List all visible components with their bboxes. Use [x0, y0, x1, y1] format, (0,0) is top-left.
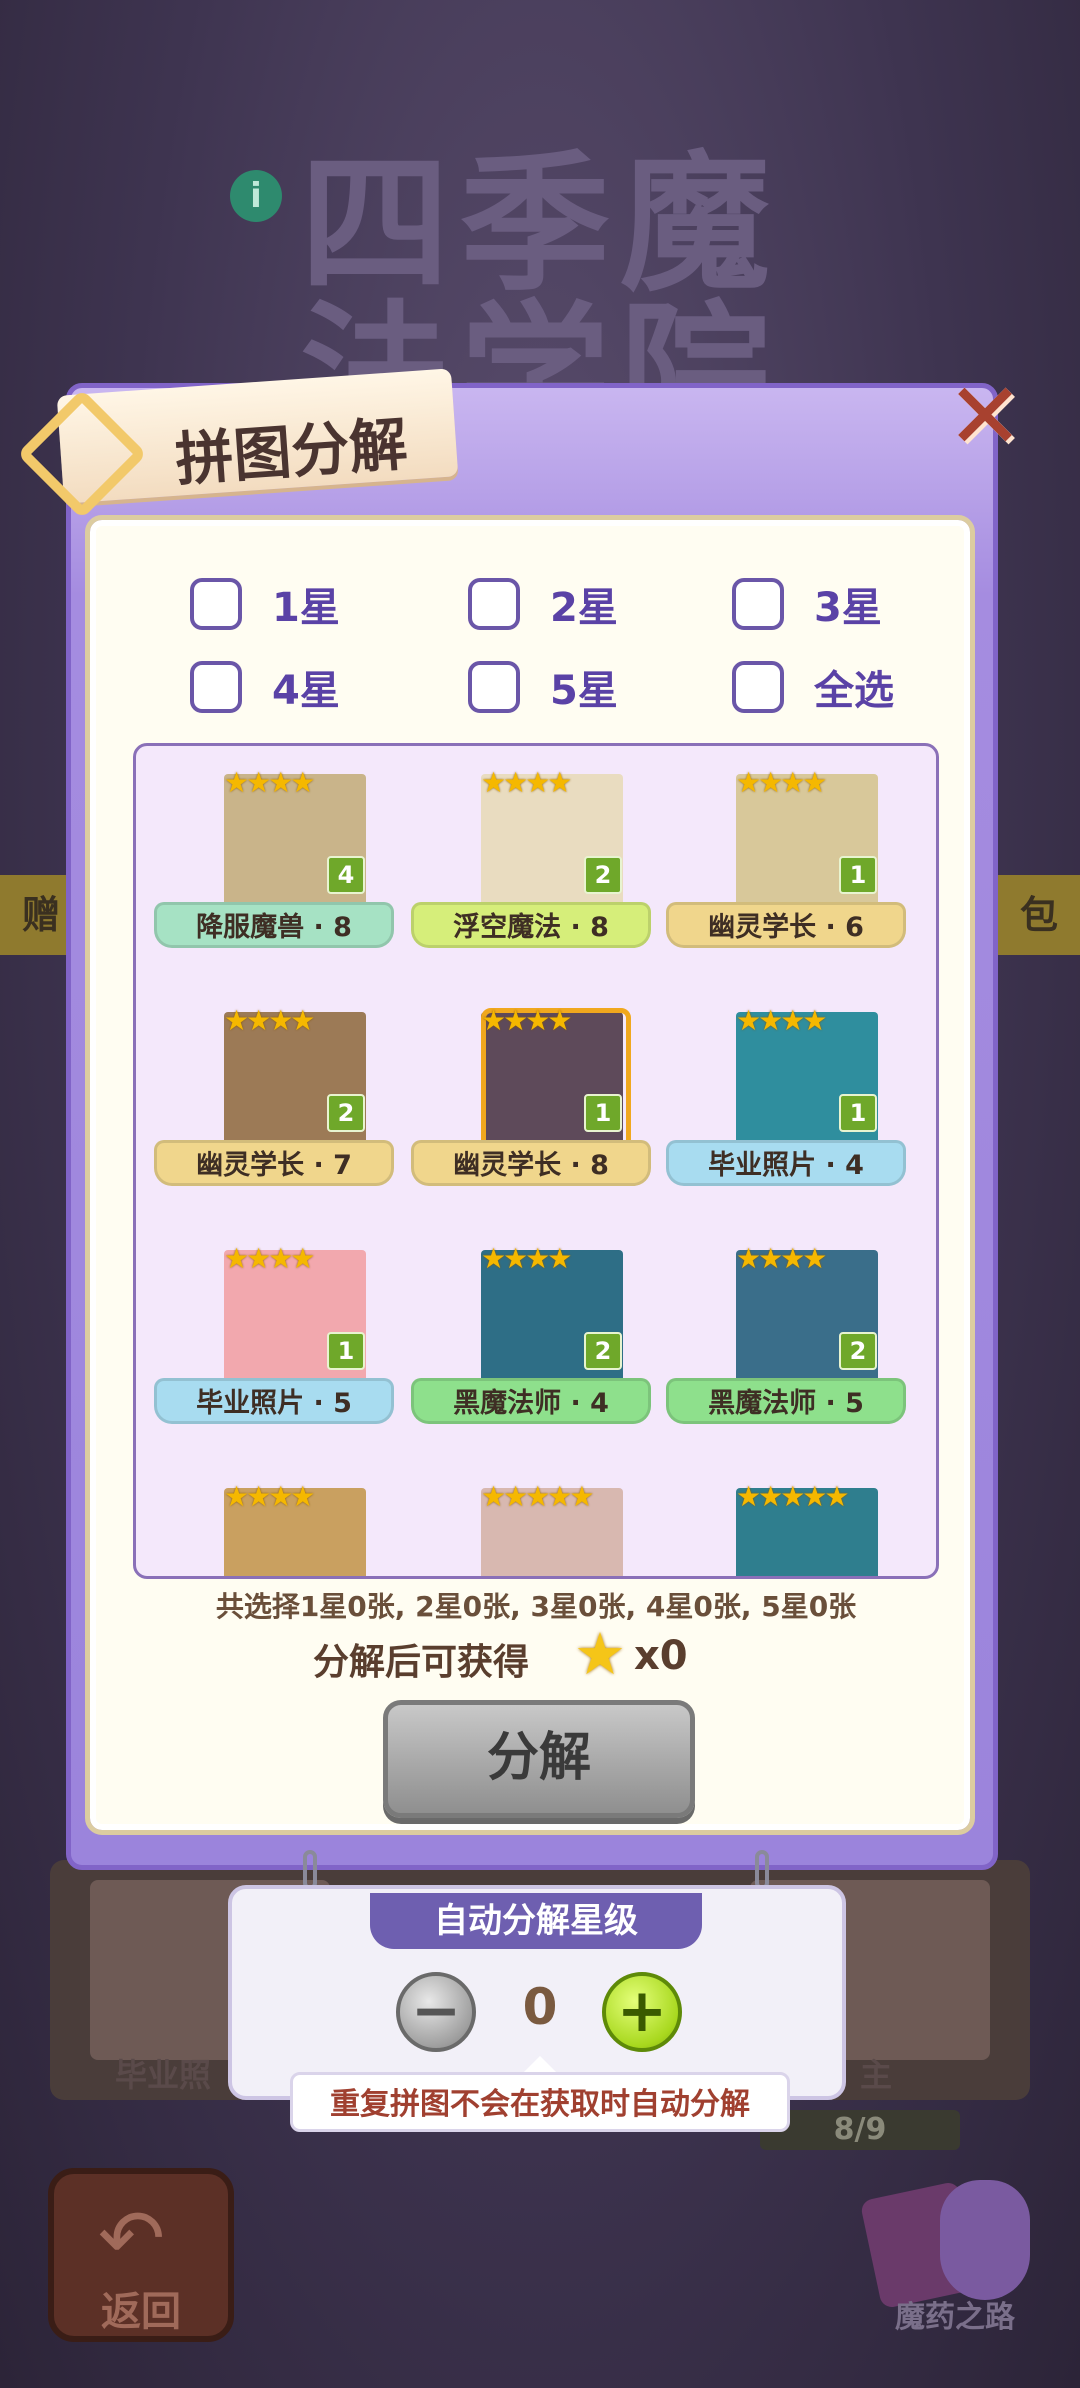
checkbox[interactable]	[732, 578, 784, 630]
card-stars: ★★★★★	[481, 1480, 595, 1513]
puzzle-card[interactable]: ★★★★★	[666, 1466, 906, 1576]
card-count-badge: 2	[584, 1332, 622, 1370]
puzzle-card[interactable]: ★★★★ 1 幽灵学长 · 6	[666, 752, 906, 962]
checkbox-label: 4星	[272, 668, 340, 714]
puzzle-card[interactable]: ★★★★ 2 浮空魔法 · 8	[411, 752, 651, 962]
puzzle-card[interactable]: ★★★★	[154, 1466, 394, 1576]
puzzle-card[interactable]: ★★★★ 1 毕业照片 · 5	[154, 1228, 394, 1438]
card-ribbon: 毕业照片 · 5	[154, 1378, 394, 1424]
background-label-left: 毕业照	[115, 2056, 212, 2094]
card-ribbon: 幽灵学长 · 7	[154, 1140, 394, 1186]
checkbox[interactable]	[190, 661, 242, 713]
card-ribbon: 降服魔兽 · 8	[154, 902, 394, 948]
card-stars: ★★★★	[481, 1004, 572, 1037]
checkbox-label: 5星	[550, 668, 618, 714]
card-stars: ★★★★	[224, 766, 315, 799]
collection-progress: 8/9	[760, 2110, 960, 2150]
card-ribbon: 幽灵学长 · 6	[666, 902, 906, 948]
card-stars: ★★★★	[736, 1004, 827, 1037]
potion-bottle-icon	[940, 2180, 1030, 2300]
checkbox[interactable]	[732, 661, 784, 713]
puzzle-card-selected[interactable]: ★★★★ 1 幽灵学长 · 8	[411, 990, 651, 1200]
card-stars: ★★★★	[224, 1480, 315, 1513]
card-ribbon: 毕业照片 · 4	[666, 1140, 906, 1186]
card-ribbon: 黑魔法师 · 5	[666, 1378, 906, 1424]
card-count-badge: 1	[839, 1094, 877, 1132]
ring-right	[755, 1850, 769, 1890]
plus-button[interactable]: +	[602, 1972, 682, 2052]
star-level-value: 0	[522, 1978, 558, 2036]
card-count-badge: 2	[839, 1332, 877, 1370]
puzzle-card[interactable]: ★★★★ 1 毕业照片 · 4	[666, 990, 906, 1200]
card-count-badge: 1	[839, 856, 877, 894]
filter-5-star[interactable]: 5星	[468, 658, 618, 716]
back-button[interactable]: ↶ 返回	[48, 2168, 234, 2342]
auto-decompose-note: 重复拼图不会在获取时自动分解	[290, 2072, 790, 2132]
card-count-badge: 1	[584, 1094, 622, 1132]
checkbox[interactable]	[468, 661, 520, 713]
checkbox[interactable]	[190, 578, 242, 630]
filter-4-star[interactable]: 4星	[190, 658, 340, 716]
card-count-badge: 1	[327, 1332, 365, 1370]
right-strip: 包	[988, 875, 1080, 955]
card-stars: ★★★★	[736, 1242, 827, 1275]
decompose-button[interactable]: 分解	[383, 1700, 695, 1818]
filter-select-all[interactable]: 全选	[732, 658, 894, 716]
card-stars: ★★★★	[736, 766, 827, 799]
gain-amount: x0	[634, 1633, 688, 1679]
checkbox-label: 1星	[272, 585, 340, 631]
dialog-title: 拼图分解	[173, 409, 410, 494]
card-count-badge: 4	[327, 856, 365, 894]
auto-decompose-title: 自动分解星级	[370, 1893, 702, 1949]
selection-summary: 共选择1星0张, 2星0张, 3星0张, 4星0张, 5星0张	[215, 1590, 857, 1623]
card-stars: ★★★★	[481, 1242, 572, 1275]
close-icon[interactable]: ✕	[942, 371, 1028, 463]
background-label-right: 主	[860, 2056, 893, 2094]
info-icon[interactable]: i	[230, 170, 282, 222]
potion-road-button[interactable]: 魔药之路	[859, 2170, 1050, 2335]
back-label: 返回	[101, 2289, 181, 2335]
filter-2-star[interactable]: 2星	[468, 575, 618, 633]
puzzle-card[interactable]: ★★★★ 4 降服魔兽 · 8	[154, 752, 394, 962]
puzzle-card[interactable]: ★★★★ 2 黑魔法师 · 4	[411, 1228, 651, 1438]
puzzle-card[interactable]: ★★★★ 2 幽灵学长 · 7	[154, 990, 394, 1200]
checkbox[interactable]	[468, 578, 520, 630]
potion-road-label: 魔药之路	[895, 2300, 1015, 2335]
filter-3-star[interactable]: 3星	[732, 575, 882, 633]
checkbox-label: 全选	[814, 668, 894, 714]
card-ribbon: 幽灵学长 · 8	[411, 1140, 651, 1186]
card-count-badge: 2	[584, 856, 622, 894]
checkbox-label: 2星	[550, 585, 618, 631]
card-stars: ★★★★	[481, 766, 572, 799]
star-icon: ★	[574, 1620, 626, 1688]
gain-label: 分解后可获得	[313, 1642, 530, 1683]
minus-button[interactable]: −	[396, 1972, 476, 2052]
filter-1-star[interactable]: 1星	[190, 575, 340, 633]
card-stars: ★★★★	[224, 1004, 315, 1037]
card-stars: ★★★★★	[736, 1480, 850, 1513]
back-arrow-icon: ↶	[98, 2192, 166, 2285]
puzzle-card[interactable]: ★★★★ 2 黑魔法师 · 5	[666, 1228, 906, 1438]
puzzle-grid[interactable]: ★★★★ 4 降服魔兽 · 8 ★★★★ 2 浮空魔法 · 8 ★★★★ 1 幽…	[133, 743, 939, 1579]
card-stars: ★★★★	[224, 1242, 315, 1275]
card-ribbon: 黑魔法师 · 4	[411, 1378, 651, 1424]
card-count-badge: 2	[327, 1094, 365, 1132]
checkbox-label: 3星	[814, 585, 882, 631]
card-ribbon: 浮空魔法 · 8	[411, 902, 651, 948]
puzzle-card[interactable]: ★★★★★	[411, 1466, 651, 1576]
ring-left	[303, 1850, 317, 1890]
note-tip	[524, 2056, 556, 2072]
